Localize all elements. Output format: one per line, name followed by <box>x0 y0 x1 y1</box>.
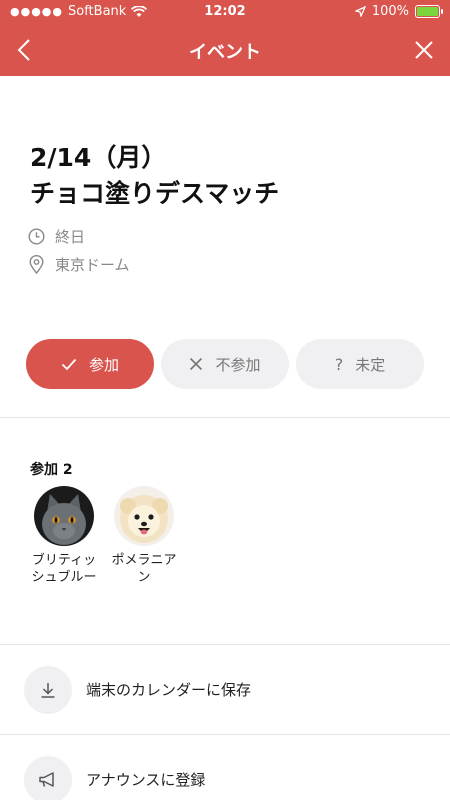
participant-name: ポメラニア ン <box>111 553 177 585</box>
decline-button[interactable]: 不参加 <box>161 339 289 389</box>
participant-name: ブリティッ シュブルー <box>31 553 97 585</box>
undecided-label: 未定 <box>355 355 386 374</box>
status-bar-right: 100% <box>354 4 443 19</box>
app-header: イベント <box>0 24 450 76</box>
event-location-row: 東京ドーム <box>28 254 130 275</box>
event-time-row: 終日 <box>28 226 85 247</box>
check-icon <box>61 358 77 370</box>
megaphone-icon-circle <box>24 756 72 800</box>
announce-row[interactable]: アナウンスに登録 <box>0 735 450 800</box>
divider <box>0 417 450 418</box>
announce-label: アナウンスに登録 <box>86 771 206 789</box>
participant-item[interactable]: ブリティッ シュブルー <box>26 486 102 586</box>
map-pin-icon <box>29 255 44 274</box>
cat-avatar-image <box>34 486 94 546</box>
participants-heading: 参加 2 <box>30 462 73 478</box>
join-button[interactable]: 参加 <box>26 339 154 389</box>
event-date: 2/14（月） <box>30 143 167 172</box>
participant-item[interactable]: ポメラニア ン <box>106 486 182 586</box>
page-title: イベント <box>189 42 261 63</box>
join-label: 参加 <box>88 355 119 374</box>
download-icon-circle <box>24 666 72 714</box>
battery-icon <box>415 5 443 18</box>
event-location: 東京ドーム <box>55 256 130 274</box>
decline-label: 不参加 <box>215 355 261 374</box>
megaphone-icon <box>39 772 54 787</box>
save-to-calendar-label: 端末のカレンダーに保存 <box>86 681 252 699</box>
dog-avatar-image <box>114 486 174 546</box>
save-to-calendar-row[interactable]: 端末のカレンダーに保存 <box>0 645 450 735</box>
close-icon <box>415 41 433 59</box>
event-title: チョコ塗りデスマッチ <box>30 179 280 208</box>
avatar <box>34 486 94 546</box>
close-button[interactable] <box>410 36 438 64</box>
avatar <box>114 486 174 546</box>
download-icon <box>41 683 55 698</box>
clock-icon <box>28 228 45 245</box>
event-time: 終日 <box>55 228 86 246</box>
battery-percent: 100% <box>371 4 409 19</box>
x-icon <box>190 357 203 371</box>
location-arrow-icon <box>354 6 366 17</box>
undecided-button[interactable]: ? 未定 <box>296 339 424 389</box>
status-bar: ●●●●● SoftBank 12:02 100% <box>0 0 450 24</box>
question-icon: ? <box>334 354 344 374</box>
